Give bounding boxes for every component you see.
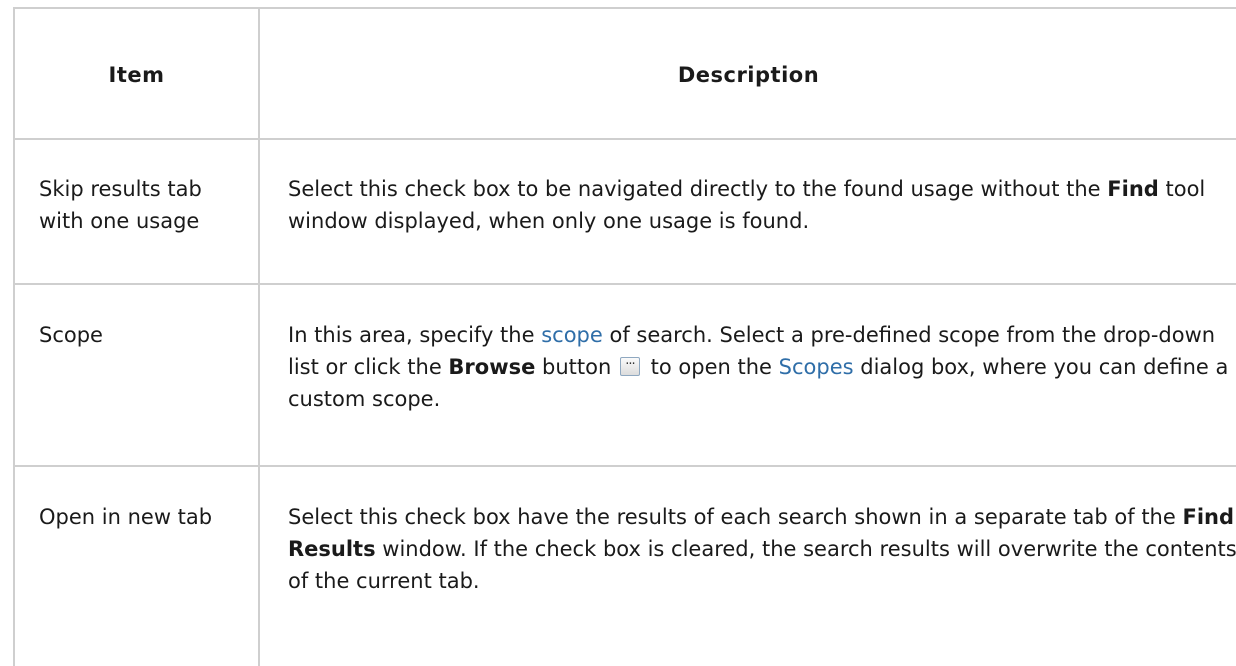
item-cell: Skip results tab with one usage	[13, 138, 259, 285]
scopes-link[interactable]: Scopes	[779, 355, 854, 379]
desc-bold: Find	[1107, 177, 1159, 201]
browse-ellipsis-icon	[619, 349, 640, 381]
table-row: Skip results tab with one usage Select t…	[13, 138, 1236, 285]
table-header-row: Item Description	[13, 7, 1236, 140]
description-cell: Select this check box to be navigated di…	[258, 138, 1236, 285]
header-description: Description	[258, 7, 1236, 140]
desc-text: In this area, specify the	[288, 323, 542, 347]
table-row: Scope In this area, specify the scope of…	[13, 283, 1236, 467]
description-cell: In this area, specify the scope of searc…	[258, 283, 1236, 467]
item-cell: Open in new tab	[13, 465, 259, 666]
item-cell: Scope	[13, 283, 259, 467]
description-cell: Select this check box have the results o…	[258, 465, 1236, 666]
scope-link[interactable]: scope	[541, 323, 603, 347]
table-row: Open in new tab Select this check box ha…	[13, 465, 1236, 666]
desc-bold: Browse	[448, 355, 536, 379]
desc-text: to open the	[643, 355, 779, 379]
header-item: Item	[13, 7, 259, 140]
desc-text: Select this check box to be navigated di…	[288, 177, 1108, 201]
options-table: Item Description Skip results tab with o…	[13, 7, 1236, 666]
desc-text: window. If the check box is cleared, the…	[288, 537, 1236, 593]
desc-text: Select this check box have the results o…	[288, 505, 1183, 529]
desc-text: button	[535, 355, 618, 379]
